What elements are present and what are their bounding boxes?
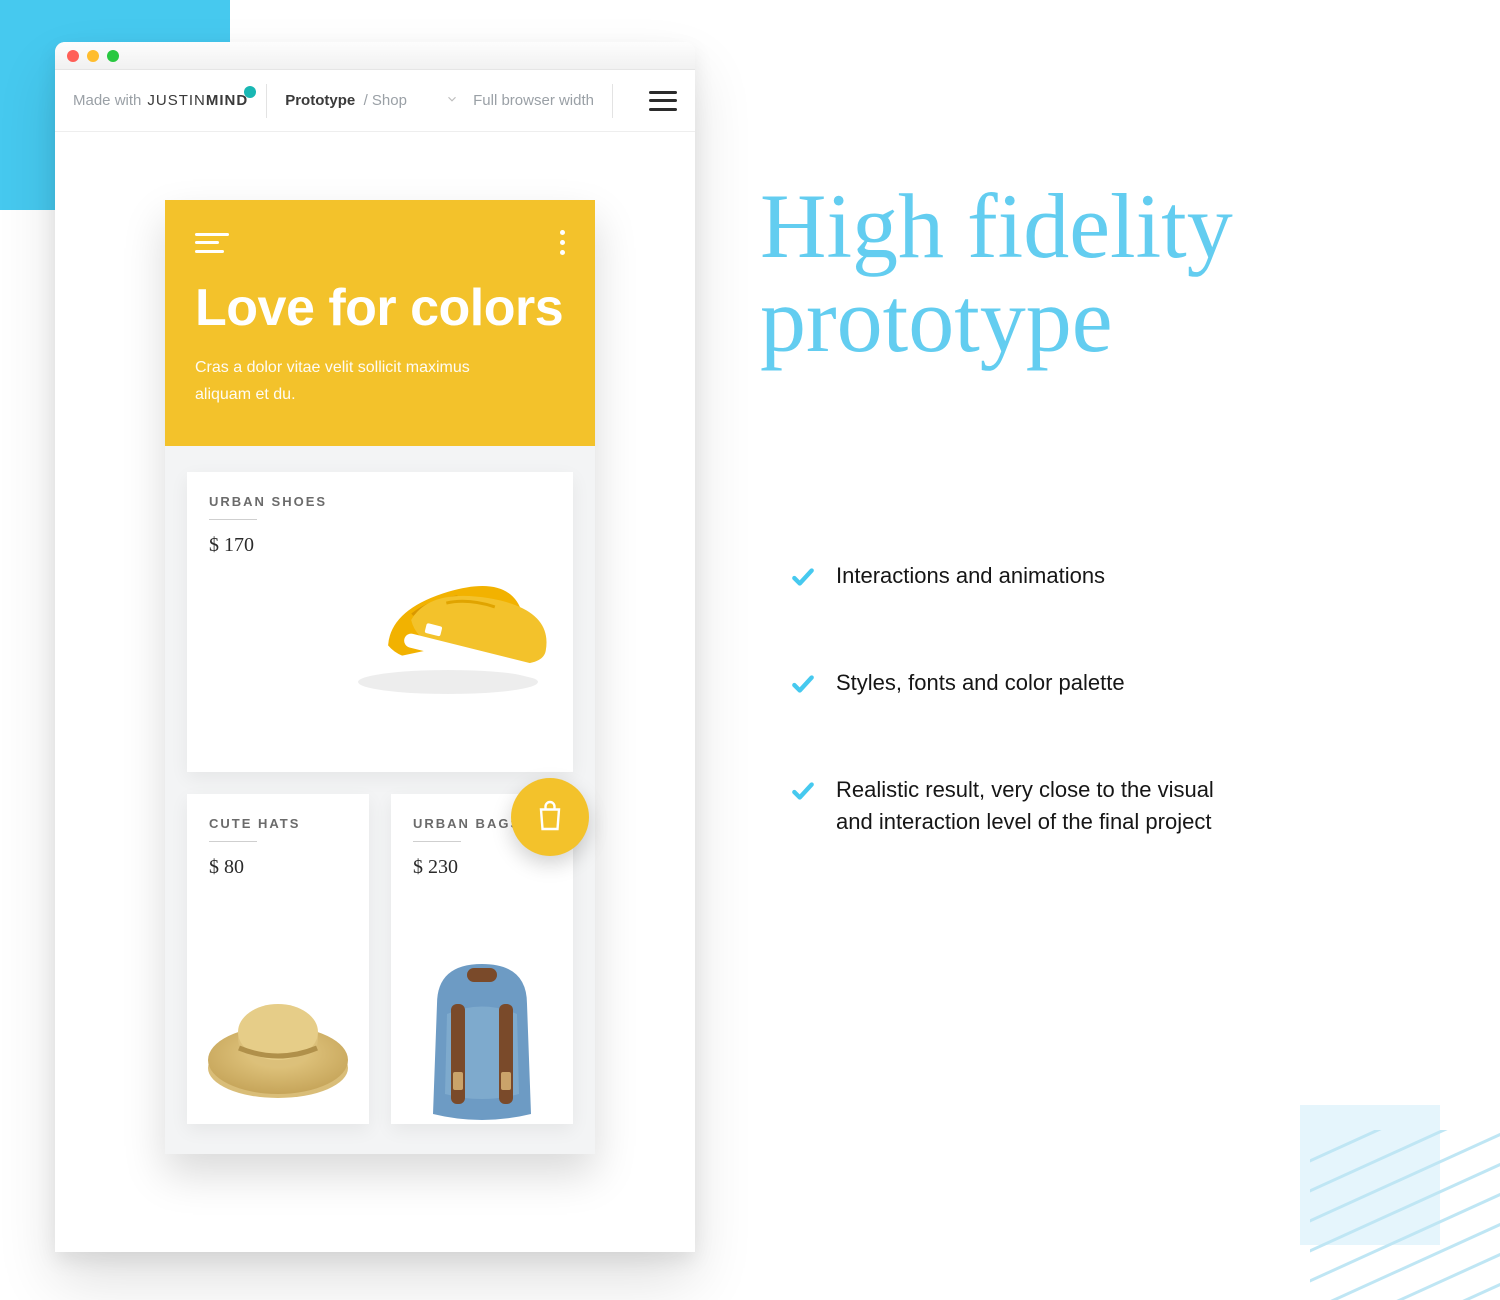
shoes-image xyxy=(343,532,553,702)
title-underline xyxy=(413,841,461,842)
toolbar-divider xyxy=(266,84,267,118)
toolbar-divider xyxy=(612,84,613,118)
product-price: $ 230 xyxy=(413,856,551,879)
product-name: CUTE HATS xyxy=(209,816,347,831)
brand-dot-icon xyxy=(244,86,256,98)
product-card-bags[interactable]: URBAN BAGS $ 230 xyxy=(391,794,573,1124)
backpack-image xyxy=(407,944,557,1124)
app-toolbar: Made with JUSTINMIND Prototype / Shop Fu… xyxy=(55,70,695,132)
browser-window: Made with JUSTINMIND Prototype / Shop Fu… xyxy=(55,42,695,1252)
feature-item: Interactions and animations xyxy=(790,560,1350,599)
brand-bold: MIND xyxy=(206,92,248,109)
breadcrumb-secondary: Shop xyxy=(372,92,407,109)
product-price: $ 80 xyxy=(209,856,347,879)
feature-text: Realistic result, very close to the visu… xyxy=(836,774,1256,838)
breadcrumb-separator: / xyxy=(364,92,368,109)
feature-item: Styles, fonts and color palette xyxy=(790,667,1350,706)
made-with-text: Made with xyxy=(73,92,141,109)
hero-section: Love for colors Cras a dolor vitae velit… xyxy=(165,200,595,446)
title-underline xyxy=(209,519,257,520)
hat-image xyxy=(203,960,353,1110)
hamburger-icon[interactable] xyxy=(195,233,229,253)
check-icon xyxy=(790,564,816,599)
feature-text: Interactions and animations xyxy=(836,560,1105,592)
viewport-width-label[interactable]: Full browser width xyxy=(473,92,594,109)
made-with-label: Made with JUSTINMIND xyxy=(73,92,248,109)
brand-thin: JUSTIN xyxy=(147,92,206,109)
window-close-icon[interactable] xyxy=(67,50,79,62)
window-zoom-icon[interactable] xyxy=(107,50,119,62)
check-icon xyxy=(790,671,816,706)
breadcrumb-primary: Prototype xyxy=(285,92,355,109)
menu-button[interactable] xyxy=(649,91,677,111)
window-minimize-icon[interactable] xyxy=(87,50,99,62)
shopping-bag-icon xyxy=(532,799,568,835)
decorative-hatch-pattern xyxy=(1310,1130,1500,1300)
window-titlebar xyxy=(55,42,695,70)
title-underline xyxy=(209,841,257,842)
product-card-shoes[interactable]: URBAN SHOES $ 170 xyxy=(187,472,573,772)
hero-title: Love for colors xyxy=(195,281,565,336)
mobile-prototype-preview: Love for colors Cras a dolor vitae velit… xyxy=(165,200,595,1154)
brand-logo: JUSTINMIND xyxy=(147,92,248,109)
feature-item: Realistic result, very close to the visu… xyxy=(790,774,1350,838)
feature-list: Interactions and animations Styles, font… xyxy=(790,560,1350,838)
product-name: URBAN SHOES xyxy=(209,494,551,509)
page-headline: High fidelity prototype xyxy=(760,180,1440,368)
hero-subtitle: Cras a dolor vitae velit sollicit maximu… xyxy=(195,354,505,408)
check-icon xyxy=(790,778,816,813)
breadcrumb[interactable]: Prototype / Shop xyxy=(285,92,407,109)
more-options-icon[interactable] xyxy=(560,230,565,255)
cart-fab-button[interactable] xyxy=(511,778,589,856)
feature-text: Styles, fonts and color palette xyxy=(836,667,1125,699)
chevron-down-icon[interactable] xyxy=(445,92,459,110)
product-card-hats[interactable]: CUTE HATS $ 80 xyxy=(187,794,369,1124)
